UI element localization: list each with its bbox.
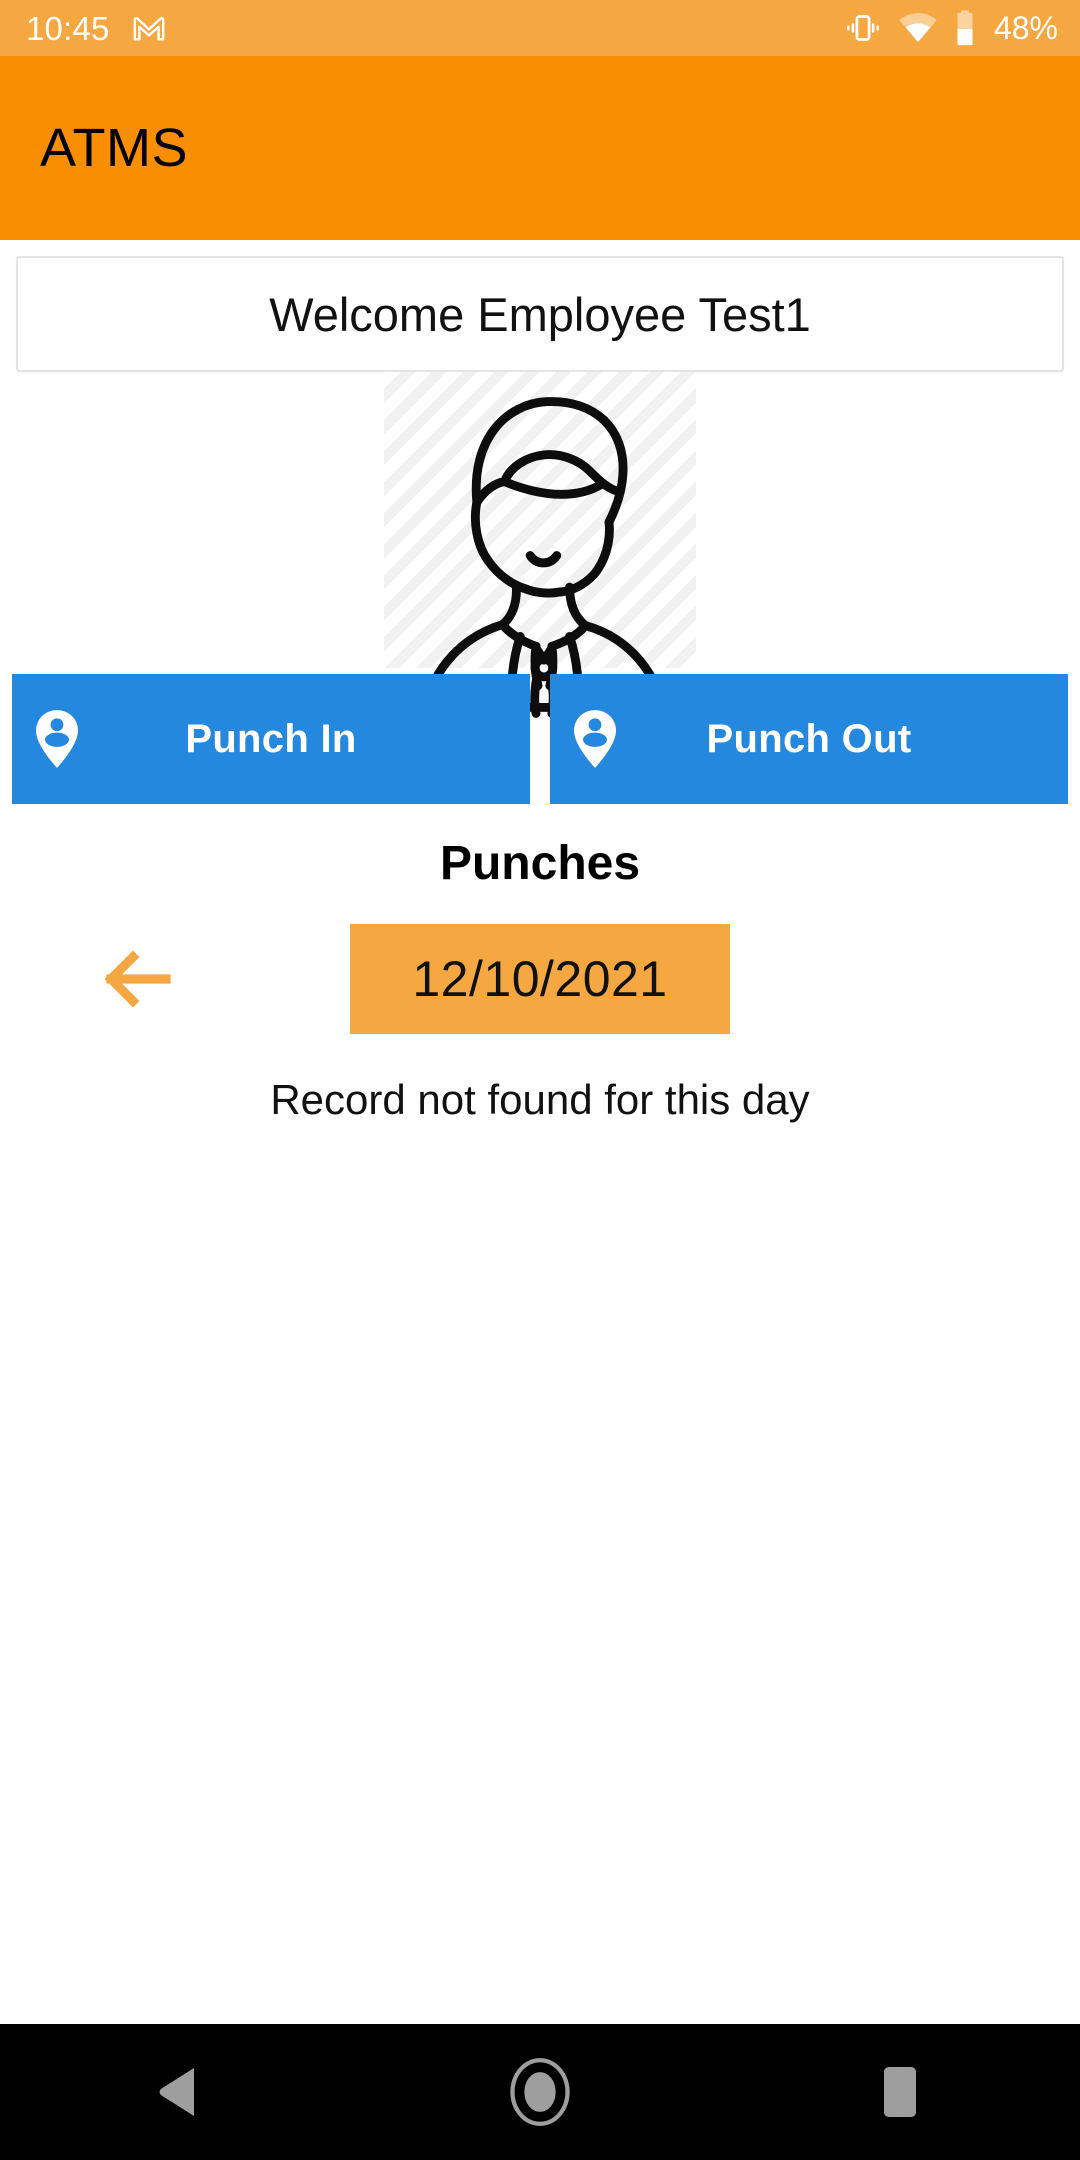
welcome-message: Welcome Employee Test1 — [269, 287, 811, 341]
recents-button[interactable] — [820, 2024, 980, 2160]
punch-out-label: Punch Out — [706, 716, 912, 761]
app-bar: ATMS — [0, 56, 1080, 240]
circle-home-icon — [510, 2058, 570, 2126]
back-button[interactable] — [100, 2024, 260, 2160]
gmail-icon — [133, 16, 164, 41]
punches-heading: Punches — [439, 837, 641, 890]
vibrate-icon — [846, 15, 879, 41]
punch-out-button[interactable]: Punch Out — [550, 674, 1068, 804]
notification-icons — [132, 11, 166, 45]
punch-in-button[interactable]: Punch In — [12, 674, 530, 804]
selected-date-badge[interactable]: 12/10/2021 — [350, 924, 730, 1034]
empty-state-message: Record not found for this day — [270, 1076, 810, 1123]
wifi-icon — [899, 13, 937, 43]
main-content: Welcome Employee Test1 Punch In Punch Ou… — [0, 240, 1080, 2024]
welcome-card: Welcome Employee Test1 — [16, 256, 1064, 372]
date-selector-row: 12/10/2021 — [0, 924, 1080, 1034]
status-bar: 10:45 48% — [0, 0, 1080, 56]
avatar-hatched-background — [384, 372, 696, 718]
punch-in-label: Punch In — [185, 716, 357, 761]
battery-percent-label: 48% — [993, 10, 1058, 46]
app-title: ATMS — [40, 118, 188, 178]
avatar-section — [0, 372, 1080, 718]
status-bar-clock: 10:45 — [26, 9, 110, 47]
punch-buttons-row: Punch In Punch Out — [0, 674, 1080, 804]
status-bar-system-icons: 48% — [844, 9, 1058, 47]
arrow-left-icon[interactable] — [104, 949, 172, 1009]
employee-avatar-illustration — [421, 397, 667, 718]
android-navigation-bar — [0, 2024, 1080, 2160]
battery-icon — [957, 10, 973, 46]
selected-date-value: 12/10/2021 — [412, 951, 668, 1007]
square-recents-icon — [884, 2067, 916, 2117]
location-person-pin-icon — [36, 710, 78, 768]
triangle-back-icon — [159, 2068, 194, 2116]
home-button[interactable] — [460, 2024, 620, 2160]
location-person-pin-icon — [574, 710, 616, 768]
